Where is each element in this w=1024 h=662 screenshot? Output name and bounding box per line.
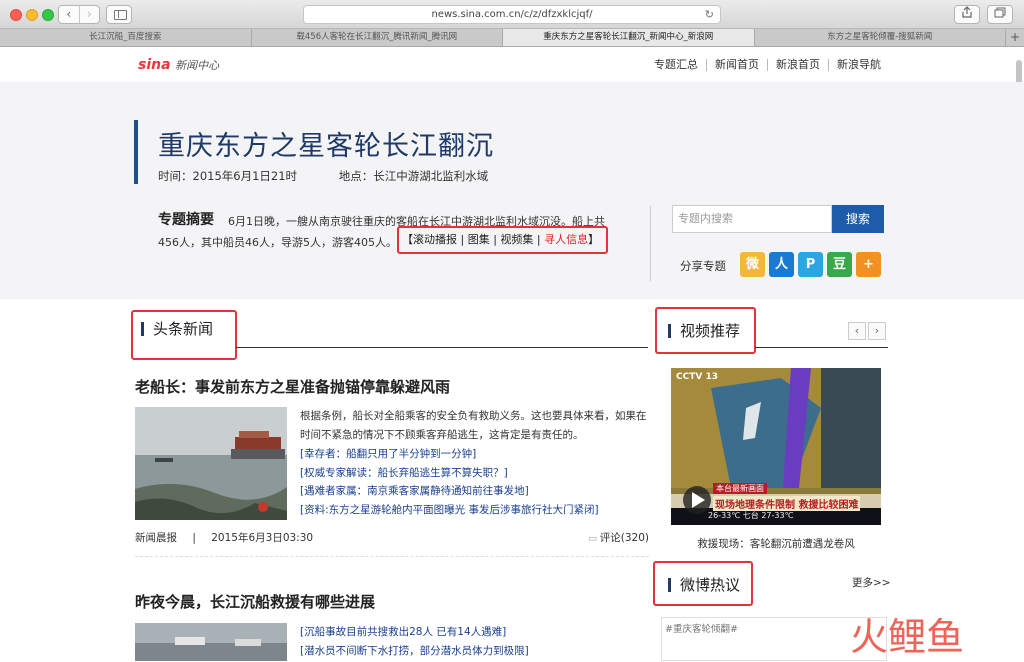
watermark-logo: 火鲤鱼 bbox=[850, 612, 1000, 662]
history-nav: ‹ › bbox=[58, 5, 100, 24]
related-link-2[interactable]: [权威专家解读：船长弃船逃生算不算失职？] bbox=[300, 464, 650, 483]
reload-icon[interactable]: ↻ bbox=[705, 6, 714, 23]
window-minimize-button[interactable] bbox=[26, 9, 38, 21]
sidebar-toggle-button[interactable] bbox=[106, 5, 132, 24]
tab-baidu[interactable]: 长江沉船_百度搜索 bbox=[0, 29, 252, 46]
more-share-icon[interactable]: + bbox=[856, 252, 881, 277]
headlines-rule bbox=[236, 347, 648, 348]
sina-news-logo[interactable]: sina 新闻中心 bbox=[138, 57, 219, 73]
share-topic-label: 分享专题 bbox=[680, 259, 726, 273]
weibo-highlight-box bbox=[653, 561, 753, 606]
url-text: news.sina.com.cn/c/z/dfzxklcjqf/ bbox=[431, 9, 593, 20]
video-pager: ‹ › bbox=[848, 322, 886, 340]
river-rescue-photo bbox=[135, 623, 287, 661]
article-title-2[interactable]: 昨夜今晨，长江沉船救援有哪些进展 bbox=[135, 591, 375, 612]
article-source: 新闻晨报 bbox=[135, 532, 177, 544]
watermark-graphic: 火鲤鱼 bbox=[850, 615, 964, 659]
related-link-3[interactable]: [遇难者家属：南京乘客家属静待通知前往事发地] bbox=[300, 482, 650, 501]
search-button[interactable]: 搜索 bbox=[832, 205, 884, 233]
nav-topics[interactable]: 专题汇总 bbox=[646, 59, 706, 71]
page-title: 重庆东方之星客轮长江翻沉 bbox=[158, 131, 494, 162]
related-link-4[interactable]: [资料:东方之星游轮舱内平面图曝光 事发后涉事旅行社大门紧闭] bbox=[300, 501, 650, 520]
comment-icon: ▭ bbox=[588, 534, 600, 544]
article-photo-2[interactable] bbox=[135, 623, 287, 661]
share-icons: 微人 P 豆 + bbox=[740, 252, 881, 277]
video-prev-button[interactable]: ‹ bbox=[848, 322, 866, 340]
nav-sina-directory[interactable]: 新浪导航 bbox=[828, 59, 889, 71]
comments-count: 评论(320) bbox=[599, 532, 649, 544]
tab-bar: 长江沉船_百度搜索 载456人客轮在长江翻沉_腾讯新闻_腾讯网 重庆东方之星客轮… bbox=[0, 29, 1024, 47]
bracket-close: 】 bbox=[588, 233, 600, 246]
weibo-icon[interactable]: 微 bbox=[740, 252, 765, 277]
new-tab-button[interactable]: + bbox=[1006, 29, 1024, 46]
related-link-1[interactable]: [幸存者：船翻只用了半分钟到一分钟] bbox=[300, 445, 650, 464]
article-excerpt-1: 根据条例，船长对全船乘客的安全负有救助义务。这也要具体来看，如果在时间不紧急的情… bbox=[300, 410, 647, 441]
window-zoom-button[interactable] bbox=[42, 9, 54, 21]
link-videos[interactable]: 视频集 bbox=[500, 233, 533, 246]
tab-sina[interactable]: 重庆东方之星客轮长江翻沉_新闻中心_新浪网 bbox=[503, 29, 755, 46]
ticker-top: 本台最新画面 bbox=[713, 483, 767, 494]
watermark-text: 火鲤鱼 bbox=[850, 615, 964, 658]
event-time: 时间：2015年6月1日21时 bbox=[158, 169, 298, 183]
show-tabs-button[interactable] bbox=[987, 5, 1013, 24]
title-accent-bar bbox=[134, 120, 138, 184]
video-caption[interactable]: 救援现场：客轮翻沉前遭遇龙卷风 bbox=[671, 536, 881, 551]
article-title-1[interactable]: 老船长：事发前东方之星准备抛锚停靠躲避风雨 bbox=[135, 376, 450, 397]
forward-button[interactable]: › bbox=[78, 6, 100, 23]
top-nav: 专题汇总 新闻首页 新浪首页 新浪导航 bbox=[646, 59, 889, 71]
article-body-1: 根据条例，船长对全船乘客的安全负有救助义务。这也要具体来看，如果在时间不紧急的情… bbox=[300, 407, 650, 519]
video-highlight-box bbox=[655, 307, 756, 354]
share-button[interactable] bbox=[954, 5, 980, 24]
vertical-divider bbox=[650, 206, 651, 281]
event-location: 地点：长江中游湖北监利水域 bbox=[338, 169, 489, 183]
related-link-6[interactable]: [潜水员不间断下水打捞，部分潜水员体力到极限] bbox=[300, 642, 650, 661]
logo-brand: sina bbox=[138, 57, 171, 73]
share-icon bbox=[962, 6, 972, 18]
topic-banner: 重庆东方之星客轮长江翻沉 时间：2015年6月1日21时 地点：长江中游湖北监利… bbox=[0, 82, 1024, 299]
link-missing-persons[interactable]: 寻人信息 bbox=[544, 233, 588, 246]
nav-news-home[interactable]: 新闻首页 bbox=[706, 59, 767, 71]
tabs-icon bbox=[994, 7, 1006, 18]
browser-titlebar: ‹ › news.sina.com.cn/c/z/dfzxklcjqf/ ↻ bbox=[0, 0, 1024, 29]
address-bar[interactable]: news.sina.com.cn/c/z/dfzxklcjqf/ ↻ bbox=[303, 5, 721, 24]
ship-rescue-photo bbox=[135, 407, 287, 520]
tab-sohu[interactable]: 东方之星客轮倾覆-搜狐新闻 bbox=[755, 29, 1006, 46]
article-meta-1: 新闻晨报 | 2015年6月3日03:30 ▭ 评论(320) bbox=[135, 530, 649, 545]
summary-quick-links: 【滚动播报 | 图集 | 视频集 | 寻人信息】 bbox=[397, 226, 608, 254]
topic-meta: 时间：2015年6月1日21时 地点：长江中游湖北监利水域 bbox=[158, 168, 488, 184]
channel-logo: CCTV 13 bbox=[676, 372, 718, 382]
link-gallery[interactable]: 图集 bbox=[468, 233, 490, 246]
article-date: 2015年6月3日03:30 bbox=[211, 532, 314, 544]
ticker-weather: 26-33℃ 七台 27-33℃ bbox=[708, 511, 794, 520]
bracket-open: 【 bbox=[402, 233, 413, 246]
article-photo-1[interactable] bbox=[135, 407, 287, 520]
douban-icon[interactable]: 豆 bbox=[827, 252, 852, 277]
meta-separator: | bbox=[192, 532, 196, 544]
logo-subtitle: 新闻中心 bbox=[175, 59, 220, 72]
article-divider bbox=[135, 556, 649, 557]
related-link-5[interactable]: [沉船事故目前共搜救出28人 已有14人遇难] bbox=[300, 623, 650, 642]
video-next-button[interactable]: › bbox=[868, 322, 886, 340]
nav-sina-home[interactable]: 新浪首页 bbox=[767, 59, 828, 71]
window-close-button[interactable] bbox=[10, 9, 22, 21]
article-body-2: [沉船事故目前共搜救出28人 已有14人遇难] [潜水员不间断下水打捞，部分潜水… bbox=[300, 623, 650, 660]
comments-link[interactable]: ▭ 评论(320) bbox=[588, 530, 649, 545]
back-button[interactable]: ‹ bbox=[59, 6, 79, 23]
topic-search-input[interactable]: 专题内搜索 bbox=[672, 205, 832, 233]
qzone-icon[interactable]: P bbox=[798, 252, 823, 277]
link-live-updates[interactable]: 滚动播报 bbox=[413, 233, 457, 246]
headlines-highlight-box bbox=[131, 310, 237, 360]
weibo-more-link[interactable]: 更多>> bbox=[852, 575, 891, 590]
tab-tencent[interactable]: 载456人客轮在长江翻沉_腾讯新闻_腾讯网 bbox=[252, 29, 503, 46]
site-header: sina 新闻中心 专题汇总 新闻首页 新浪首页 新浪导航 bbox=[0, 48, 1024, 82]
video-rule bbox=[755, 347, 888, 348]
renren-icon[interactable]: 人 bbox=[769, 252, 794, 277]
ticker-main: 现场地理条件限制 救援比较困难 bbox=[713, 496, 861, 511]
